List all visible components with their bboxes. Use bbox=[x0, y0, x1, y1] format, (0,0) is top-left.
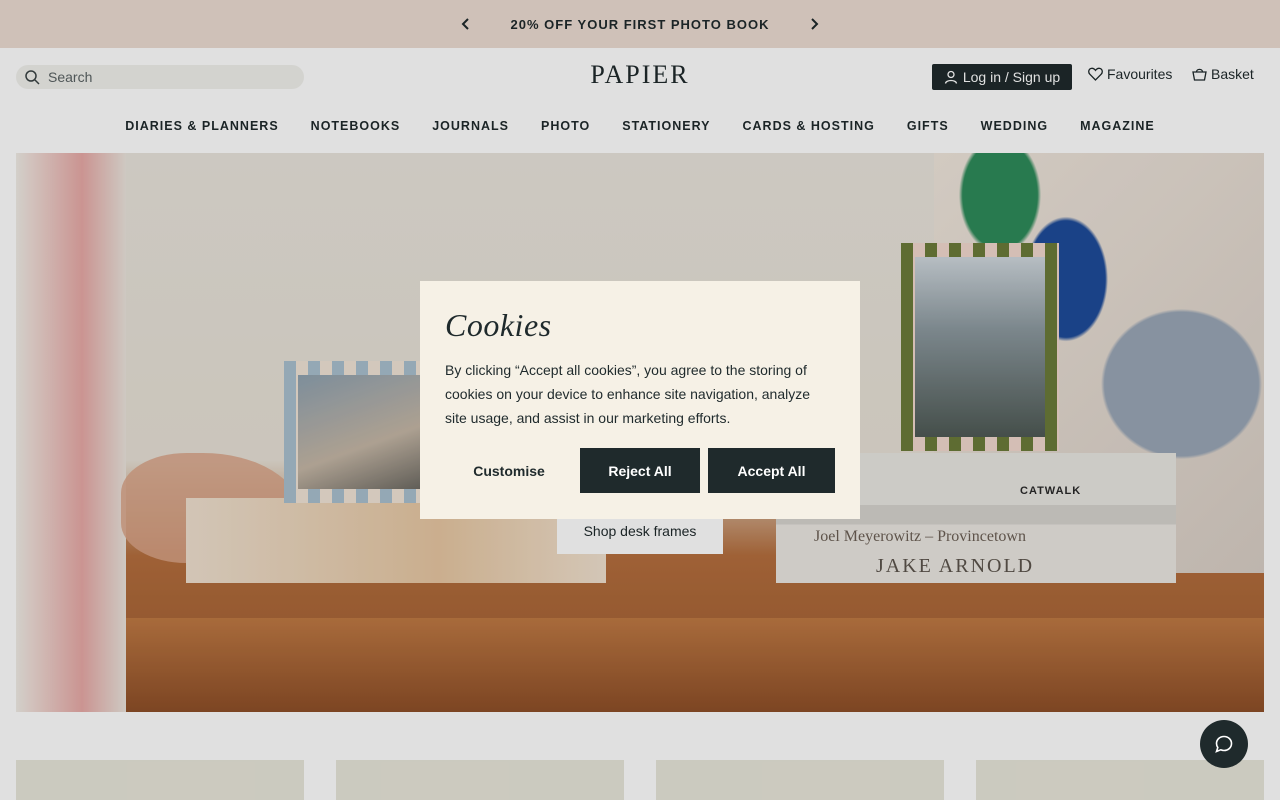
chat-button[interactable] bbox=[1200, 720, 1248, 768]
customise-button[interactable]: Customise bbox=[445, 448, 573, 493]
cookie-body: By clicking “Accept all cookies”, you ag… bbox=[445, 362, 811, 426]
reject-all-button[interactable]: Reject All bbox=[580, 448, 700, 493]
cookie-title: Cookies bbox=[445, 307, 552, 343]
cookie-modal: Cookies By clicking “Accept all cookies”… bbox=[420, 281, 860, 519]
accept-all-button[interactable]: Accept All bbox=[708, 448, 835, 493]
chat-bubble-icon bbox=[1215, 735, 1233, 753]
